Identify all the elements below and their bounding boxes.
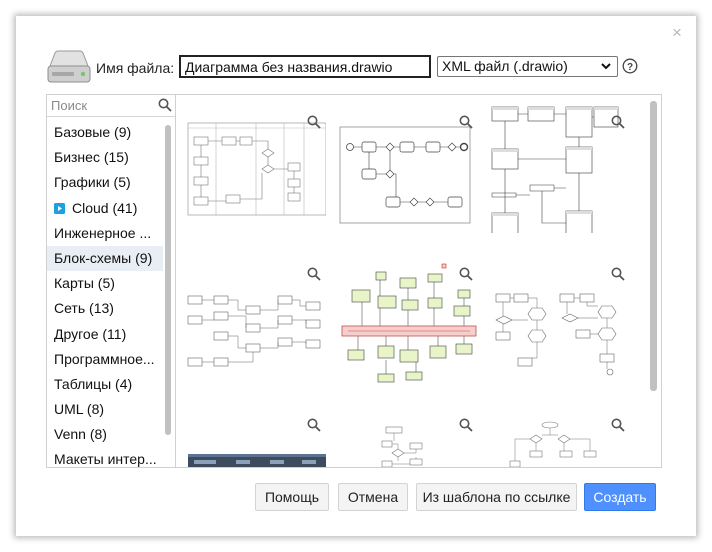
template-thumbnail[interactable]: [490, 413, 630, 467]
zoom-icon[interactable]: [307, 418, 321, 432]
category-label: Программное...: [54, 350, 155, 367]
category-item-cloud[interactable]: Cloud (41): [47, 196, 163, 221]
format-select[interactable]: XML файл (.drawio): [437, 56, 618, 77]
template-preview: [491, 106, 619, 233]
format-select-value: XML файл (.drawio): [442, 58, 568, 74]
template-thumbnail[interactable]: [186, 413, 326, 467]
template-thumbnail[interactable]: [186, 105, 326, 233]
template-preview: [187, 122, 326, 216]
category-label: Графики (5): [54, 174, 131, 191]
zoom-icon[interactable]: [459, 267, 473, 281]
category-item-charts[interactable]: Графики (5): [47, 170, 163, 195]
template-preview: [187, 295, 321, 367]
create-button[interactable]: Создать: [584, 483, 656, 511]
chevron-down-icon: [601, 63, 611, 70]
cancel-button[interactable]: Отмена: [338, 483, 408, 511]
zoom-icon[interactable]: [307, 267, 321, 281]
hard-drive-icon: [47, 50, 91, 83]
category-label: UML (8): [54, 401, 105, 418]
template-grid: [176, 94, 662, 468]
category-label: Макеты интер...: [54, 451, 157, 468]
from-url-template-button[interactable]: Из шаблона по ссылке: [416, 483, 577, 511]
new-diagram-dialog: × Имя файла: XML файл (.drawio) ? Базовы…: [16, 16, 696, 536]
category-label: Карты (5): [54, 275, 115, 292]
template-preview: [339, 126, 471, 224]
zoom-icon[interactable]: [307, 115, 321, 129]
search-box: [47, 95, 175, 117]
category-item-network[interactable]: Сеть (13): [47, 296, 163, 321]
category-item-maps[interactable]: Карты (5): [47, 271, 163, 296]
category-label: Бизнес (15): [54, 149, 129, 166]
category-label: Cloud (41): [72, 199, 138, 216]
template-preview: [188, 454, 326, 467]
category-list: Базовые (9) Бизнес (15) Графики (5) Clou…: [47, 120, 163, 468]
zoom-icon[interactable]: [611, 267, 625, 281]
help-circle-icon[interactable]: ?: [622, 58, 638, 74]
category-label: Таблицы (4): [54, 375, 133, 392]
cloud-play-icon: [54, 202, 65, 214]
template-thumbnail[interactable]: [490, 105, 630, 233]
template-preview: [495, 293, 617, 376]
category-item-business[interactable]: Бизнес (15): [47, 145, 163, 170]
category-item-wireframes[interactable]: Макеты интер...: [47, 447, 163, 468]
category-label: Другое (11): [54, 325, 127, 342]
search-icon[interactable]: [158, 98, 172, 112]
close-icon[interactable]: ×: [666, 22, 688, 44]
template-preview: [341, 263, 477, 383]
filename-label: Имя файла:: [96, 60, 175, 76]
search-input[interactable]: [47, 95, 155, 116]
template-scrollbar[interactable]: [650, 101, 657, 391]
template-thumbnail[interactable]: [338, 105, 478, 233]
category-item-engineering[interactable]: Инженерное ...: [47, 221, 163, 246]
zoom-icon[interactable]: [611, 418, 625, 432]
category-item-venn[interactable]: Venn (8): [47, 422, 163, 447]
template-thumbnail[interactable]: [338, 260, 478, 388]
category-item-flowcharts[interactable]: Блок-схемы (9): [47, 245, 163, 272]
help-symbol: ?: [627, 62, 633, 73]
filename-input[interactable]: [179, 55, 431, 78]
category-item-uml[interactable]: UML (8): [47, 397, 163, 422]
category-label: Venn (8): [54, 426, 107, 443]
template-preview: [509, 421, 597, 467]
category-item-tables[interactable]: Таблицы (4): [47, 372, 163, 397]
zoom-icon[interactable]: [459, 115, 473, 129]
template-thumbnail[interactable]: [338, 413, 478, 467]
category-label: Инженерное ...: [54, 224, 152, 241]
template-thumbnail[interactable]: [490, 260, 630, 388]
zoom-icon[interactable]: [611, 115, 625, 129]
zoom-icon[interactable]: [459, 418, 473, 432]
category-label: Сеть (13): [54, 300, 114, 317]
category-label: Базовые (9): [54, 124, 132, 140]
sidebar-scrollbar[interactable]: [165, 125, 171, 435]
help-button[interactable]: Помощь: [255, 483, 329, 511]
category-item-basic[interactable]: Базовые (9): [47, 120, 163, 145]
category-sidebar: Базовые (9) Бизнес (15) Графики (5) Clou…: [46, 94, 176, 468]
category-item-other[interactable]: Другое (11): [47, 322, 163, 347]
category-item-software[interactable]: Программное...: [47, 347, 163, 372]
template-preview: [381, 426, 423, 467]
template-thumbnail[interactable]: [186, 260, 326, 388]
category-label: Блок-схемы (9): [54, 249, 153, 266]
